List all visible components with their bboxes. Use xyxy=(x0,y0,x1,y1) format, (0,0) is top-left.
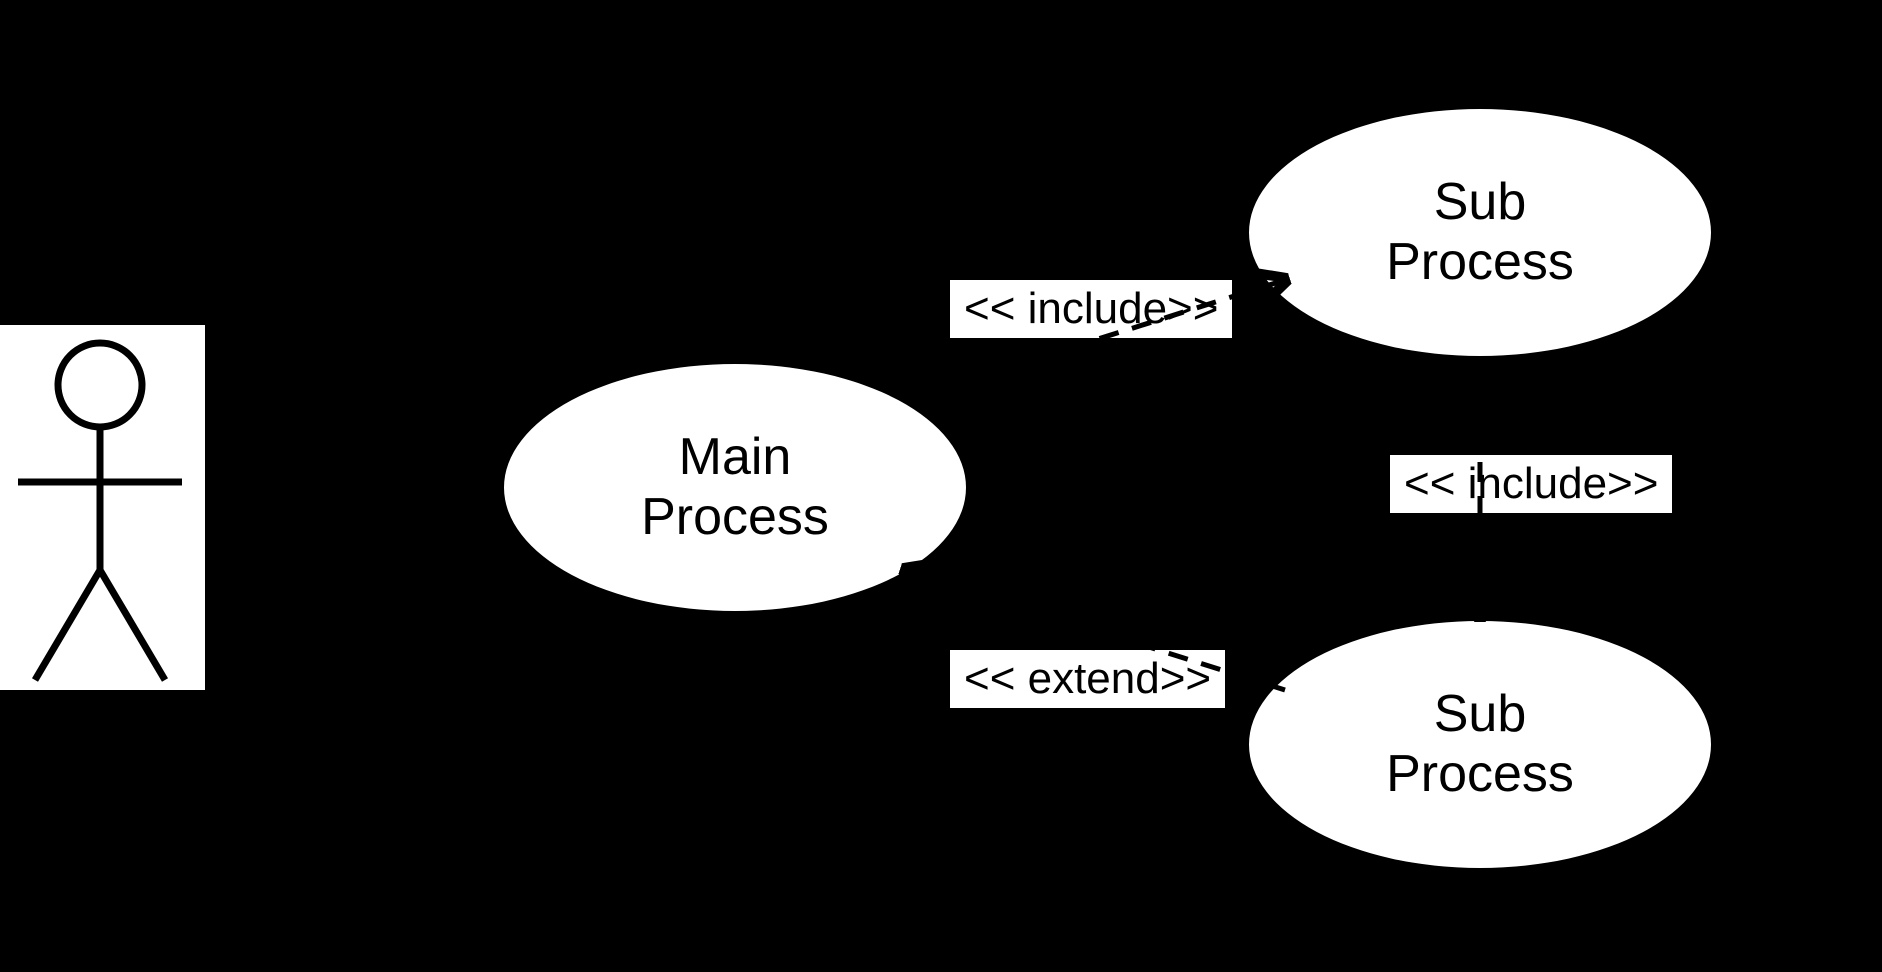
usecase-sub-top: Sub Process xyxy=(1245,105,1715,360)
usecase-main: Main Process xyxy=(500,360,970,615)
usecase-sub-top-label: Sub Process xyxy=(1386,173,1574,293)
actor-box xyxy=(0,325,205,690)
extend-label: << extend>> xyxy=(950,650,1225,708)
usecase-sub-bottom: Sub Process xyxy=(1245,617,1715,872)
diagram-canvas: Main Process Sub Process Sub Process << … xyxy=(0,0,1882,972)
include-label-top: << include>> xyxy=(950,280,1232,338)
include-label-right: << include>> xyxy=(1390,455,1672,513)
usecase-sub-bottom-label: Sub Process xyxy=(1386,685,1574,805)
usecase-main-label: Main Process xyxy=(641,428,829,548)
